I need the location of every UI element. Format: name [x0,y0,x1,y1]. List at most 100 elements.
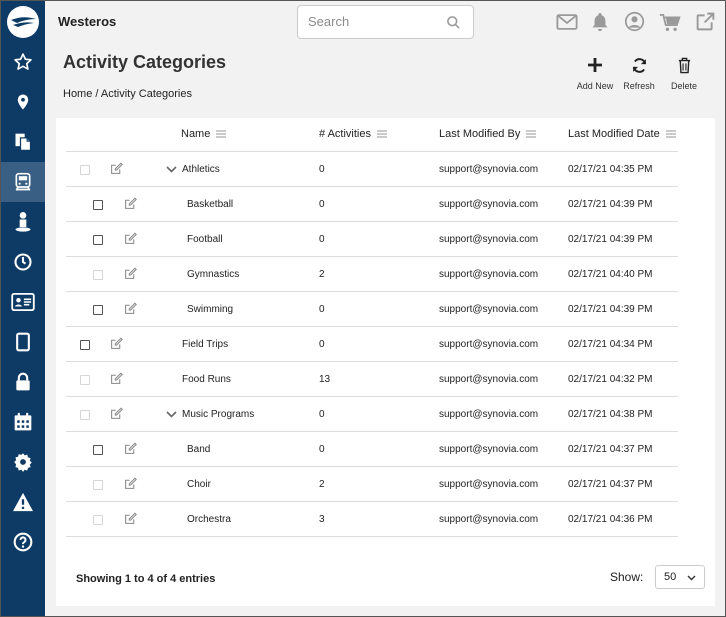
breadcrumb[interactable]: Home / Activity Categories [63,88,192,100]
sidebar-item-settings[interactable] [1,442,45,482]
chevron-down-icon[interactable] [166,166,177,173]
row-checkbox[interactable] [93,270,103,280]
row-modified-date: 02/17/21 04:34 PM [568,339,653,350]
sidebar [1,1,45,616]
page-size-label: Show: [610,570,644,584]
sidebar-item-documents[interactable] [1,122,45,162]
column-header-activities-label: # Activities [319,128,371,140]
cart-icon[interactable] [659,13,681,32]
sidebar-item-calendar[interactable] [1,402,45,442]
user-profile-icon[interactable] [624,11,645,32]
search-box[interactable] [297,5,474,39]
sidebar-item-favorites[interactable] [1,42,45,82]
row-modified-date: 02/17/21 04:32 PM [568,374,653,385]
sort-icon[interactable] [526,130,537,138]
edit-icon[interactable] [124,197,137,210]
add-new-button[interactable]: Add New [570,54,620,94]
id-card-icon [11,293,35,311]
row-modified-date: 02/17/21 04:36 PM [568,514,653,525]
search-icon[interactable] [446,15,461,30]
refresh-button[interactable]: Refresh [614,54,664,94]
person-icon [15,212,31,232]
sort-icon[interactable] [665,130,676,138]
map-marker-icon [17,94,29,110]
bell-icon[interactable] [590,11,610,32]
sidebar-item-devices[interactable] [1,322,45,362]
sidebar-item-history[interactable] [1,242,45,282]
edit-icon[interactable] [124,477,137,490]
row-modified-date: 02/17/21 04:39 PM [568,304,653,315]
column-header-name-label: Name [181,128,211,140]
sidebar-item-help[interactable] [1,522,45,562]
edit-icon[interactable] [124,232,137,245]
row-modified-by: support@synovia.com [439,234,539,245]
table-row: Basketball 0 support@synovia.com 02/17/2… [66,187,678,222]
row-activities: 2 [319,479,325,490]
search-input[interactable] [308,14,438,29]
row-name: Athletics [182,164,220,175]
delete-button[interactable]: Delete [659,54,709,94]
row-modified-by: support@synovia.com [439,374,539,385]
row-checkbox[interactable] [93,515,103,525]
row-checkbox[interactable] [93,445,103,455]
refresh-icon [632,57,646,73]
row-checkbox[interactable] [80,165,90,175]
edit-icon[interactable] [110,372,123,385]
edit-icon[interactable] [110,337,123,350]
sort-icon[interactable] [216,130,227,138]
column-header-modified-by[interactable]: Last Modified By [439,128,537,140]
table-row: Football 0 support@synovia.com 02/17/21 … [66,222,678,257]
mail-icon[interactable] [556,13,578,31]
row-modified-by: support@synovia.com [439,479,539,490]
chevron-down-icon[interactable] [166,411,177,418]
row-modified-date: 02/17/21 04:37 PM [568,479,653,490]
table-row: Music Programs 0 support@synovia.com 02/… [66,397,678,432]
edit-icon[interactable] [110,162,123,175]
edit-icon[interactable] [110,407,123,420]
row-modified-date: 02/17/21 04:37 PM [568,444,653,455]
copy-icon [15,133,32,151]
sidebar-item-id-cards[interactable] [1,282,45,322]
row-modified-date: 02/17/21 04:35 PM [568,164,653,175]
page-size-select[interactable]: 50 [655,565,705,589]
column-header-name[interactable]: Name [181,128,227,140]
calendar-icon [14,412,32,431]
row-modified-date: 02/17/21 04:39 PM [568,199,653,210]
column-header-activities[interactable]: # Activities [319,128,387,140]
row-checkbox[interactable] [80,375,90,385]
row-activities: 2 [319,269,325,280]
edit-icon[interactable] [124,267,137,280]
row-modified-by: support@synovia.com [439,164,539,175]
row-name: Basketball [187,199,234,210]
sidebar-item-transportation[interactable] [1,162,45,202]
sidebar-item-locations[interactable] [1,82,45,122]
sidebar-item-security[interactable] [1,362,45,402]
app-logo[interactable] [7,6,39,38]
row-activities: 13 [319,374,331,385]
edit-icon[interactable] [124,302,137,315]
row-modified-by: support@synovia.com [439,269,539,280]
row-checkbox[interactable] [93,235,103,245]
edit-icon[interactable] [124,512,137,525]
chevron-down-icon [687,575,696,581]
row-checkbox[interactable] [80,410,90,420]
row-checkbox[interactable] [93,200,103,210]
sidebar-item-people[interactable] [1,202,45,242]
table-row: Field Trips 0 support@synovia.com 02/17/… [66,327,678,362]
row-checkbox[interactable] [93,305,103,315]
sidebar-item-alerts[interactable] [1,482,45,522]
row-modified-date: 02/17/21 04:39 PM [568,234,653,245]
help-icon [13,532,33,552]
external-link-icon[interactable] [695,11,716,32]
row-checkbox[interactable] [93,480,103,490]
row-checkbox[interactable] [80,340,90,350]
warning-icon [13,492,33,512]
plus-icon [588,58,602,72]
column-header-modified-date[interactable]: Last Modified Date [568,128,676,140]
edit-icon[interactable] [124,442,137,455]
sort-icon[interactable] [376,130,387,138]
row-name: Field Trips [182,339,229,350]
row-activities: 0 [319,339,325,350]
row-modified-by: support@synovia.com [439,409,539,420]
table-row: Swimming 0 support@synovia.com 02/17/21 … [66,292,678,327]
